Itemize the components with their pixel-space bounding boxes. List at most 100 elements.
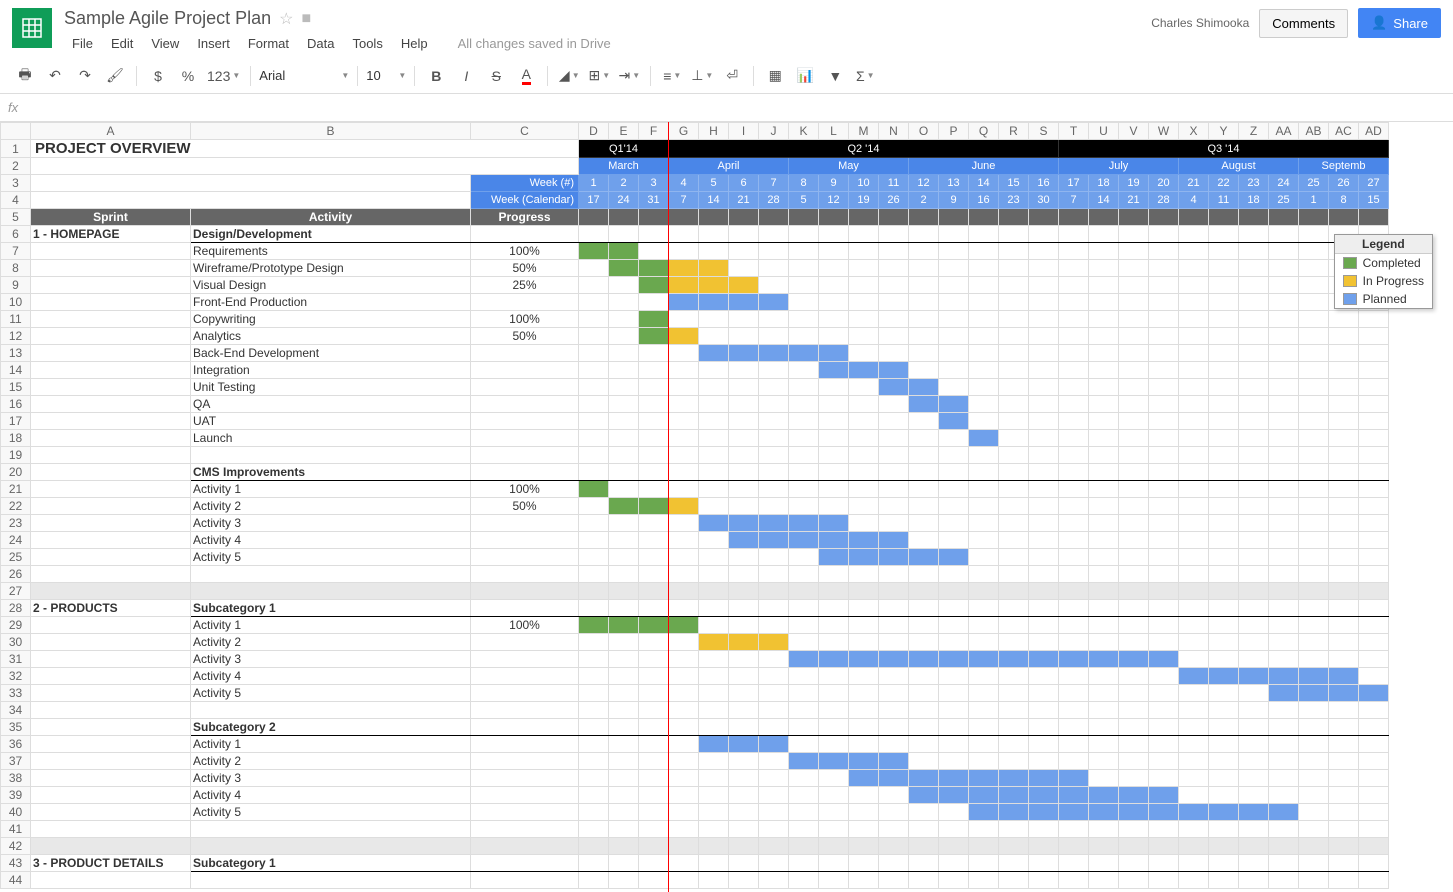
gantt-cell[interactable]	[1179, 294, 1209, 311]
gantt-cell[interactable]	[1029, 651, 1059, 668]
gantt-cell[interactable]	[1029, 685, 1059, 702]
gantt-cell[interactable]	[1089, 328, 1119, 345]
gantt-cell[interactable]	[1269, 770, 1299, 787]
gantt-cell[interactable]	[1269, 277, 1299, 294]
progress-cell[interactable]	[471, 345, 579, 362]
row-header[interactable]: 39	[1, 787, 31, 804]
progress-cell[interactable]	[471, 379, 579, 396]
gantt-cell[interactable]	[729, 549, 759, 566]
gantt-cell[interactable]	[1329, 396, 1359, 413]
sprint-cell[interactable]: 2 - PRODUCTS	[31, 600, 191, 617]
gantt-cell[interactable]	[879, 804, 909, 821]
paint-format-icon[interactable]: 🖌	[102, 63, 128, 89]
gantt-cell[interactable]	[1029, 413, 1059, 430]
activity-cell[interactable]: Visual Design	[191, 277, 471, 294]
gantt-cell[interactable]	[579, 770, 609, 787]
gantt-cell[interactable]	[1059, 634, 1089, 651]
week-calendar-cell[interactable]: 24	[609, 192, 639, 209]
gantt-cell[interactable]	[1299, 770, 1329, 787]
gantt-cell[interactable]	[789, 617, 819, 634]
gantt-cell[interactable]	[639, 481, 669, 498]
gantt-cell[interactable]	[849, 515, 879, 532]
row-header[interactable]: 14	[1, 362, 31, 379]
gantt-cell[interactable]	[939, 685, 969, 702]
row-header[interactable]: 44	[1, 872, 31, 889]
week-number-cell[interactable]: 27	[1359, 175, 1389, 192]
row-header[interactable]: 11	[1, 311, 31, 328]
gantt-cell[interactable]	[1059, 498, 1089, 515]
gantt-cell[interactable]	[609, 328, 639, 345]
row-header[interactable]: 26	[1, 566, 31, 583]
gantt-cell[interactable]	[729, 804, 759, 821]
activity-cell[interactable]: Activity 5	[191, 549, 471, 566]
row-header[interactable]: 24	[1, 532, 31, 549]
gantt-cell[interactable]	[849, 787, 879, 804]
gantt-cell[interactable]	[1239, 753, 1269, 770]
progress-cell[interactable]	[471, 770, 579, 787]
row-header[interactable]: 17	[1, 413, 31, 430]
gantt-cell[interactable]	[1089, 770, 1119, 787]
gantt-cell[interactable]	[699, 634, 729, 651]
gantt-cell[interactable]	[669, 413, 699, 430]
gantt-cell[interactable]	[1209, 804, 1239, 821]
gantt-cell[interactable]	[939, 515, 969, 532]
gantt-cell[interactable]	[1119, 413, 1149, 430]
gantt-cell[interactable]	[939, 311, 969, 328]
gantt-cell[interactable]	[819, 345, 849, 362]
activity-cell[interactable]: Requirements	[191, 243, 471, 260]
gantt-cell[interactable]	[1329, 413, 1359, 430]
gantt-cell[interactable]	[849, 311, 879, 328]
gantt-cell[interactable]	[1089, 413, 1119, 430]
gantt-cell[interactable]	[579, 634, 609, 651]
gantt-cell[interactable]	[639, 753, 669, 770]
gantt-cell[interactable]	[939, 379, 969, 396]
column-header[interactable]: W	[1149, 123, 1179, 140]
gantt-cell[interactable]	[1089, 396, 1119, 413]
gantt-cell[interactable]	[579, 787, 609, 804]
gantt-cell[interactable]	[699, 804, 729, 821]
gantt-cell[interactable]	[1119, 481, 1149, 498]
gantt-cell[interactable]	[729, 753, 759, 770]
gantt-cell[interactable]	[999, 481, 1029, 498]
gantt-cell[interactable]	[1119, 379, 1149, 396]
row-header[interactable]: 42	[1, 838, 31, 855]
row-header[interactable]: 40	[1, 804, 31, 821]
gantt-cell[interactable]	[699, 260, 729, 277]
gantt-cell[interactable]	[1269, 532, 1299, 549]
gantt-cell[interactable]	[1239, 787, 1269, 804]
row-header[interactable]: 27	[1, 583, 31, 600]
gantt-cell[interactable]	[1209, 294, 1239, 311]
gantt-cell[interactable]	[909, 413, 939, 430]
column-header[interactable]: AD	[1359, 123, 1389, 140]
row-header[interactable]: 25	[1, 549, 31, 566]
column-header[interactable]: G	[669, 123, 699, 140]
week-calendar-cell[interactable]: 28	[1149, 192, 1179, 209]
gantt-cell[interactable]	[969, 328, 999, 345]
gantt-cell[interactable]	[609, 481, 639, 498]
bold-icon[interactable]: B	[423, 63, 449, 89]
gantt-cell[interactable]	[759, 243, 789, 260]
gantt-cell[interactable]	[759, 481, 789, 498]
gantt-cell[interactable]	[759, 651, 789, 668]
week-calendar-cell[interactable]: 2	[909, 192, 939, 209]
undo-icon[interactable]: ↶	[42, 63, 68, 89]
week-number-cell[interactable]: 14	[969, 175, 999, 192]
star-icon[interactable]: ☆	[279, 9, 293, 29]
gantt-cell[interactable]	[939, 787, 969, 804]
gantt-cell[interactable]	[1179, 515, 1209, 532]
gantt-cell[interactable]	[819, 311, 849, 328]
gantt-cell[interactable]	[819, 294, 849, 311]
gantt-cell[interactable]	[1179, 362, 1209, 379]
week-number-label[interactable]: Week (#)	[471, 175, 579, 192]
activity-cell[interactable]: Activity 1	[191, 481, 471, 498]
column-header[interactable]: M	[849, 123, 879, 140]
gantt-cell[interactable]	[1209, 243, 1239, 260]
week-calendar-cell[interactable]: 21	[729, 192, 759, 209]
gantt-cell[interactable]	[1029, 481, 1059, 498]
gantt-cell[interactable]	[879, 345, 909, 362]
gantt-cell[interactable]	[1029, 430, 1059, 447]
gantt-cell[interactable]	[909, 668, 939, 685]
week-calendar-cell[interactable]: 11	[1209, 192, 1239, 209]
week-number-cell[interactable]: 23	[1239, 175, 1269, 192]
gantt-cell[interactable]	[819, 685, 849, 702]
